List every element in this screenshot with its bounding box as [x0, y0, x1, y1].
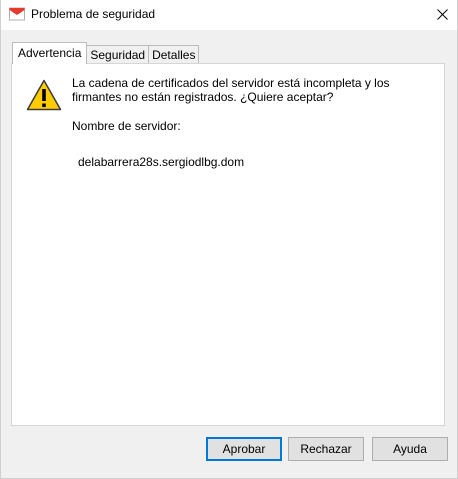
tab-detalles[interactable]: Detalles — [148, 45, 200, 64]
server-name-label: Nombre de servidor: — [72, 119, 181, 133]
tab-panel: La cadena de certificados del servidor e… — [11, 63, 445, 426]
accept-button[interactable]: Aprobar — [206, 437, 282, 461]
close-button[interactable] — [427, 0, 457, 28]
warning-message: La cadena de certificados del servidor e… — [72, 76, 390, 104]
security-dialog: Problema de seguridad Advertencia Seguri… — [0, 0, 458, 479]
help-button[interactable]: Ayuda — [372, 437, 448, 461]
window-title: Problema de seguridad — [31, 7, 156, 21]
reject-button[interactable]: Rechazar — [288, 437, 364, 461]
tab-seguridad[interactable]: Seguridad — [86, 45, 150, 64]
close-icon — [436, 8, 448, 20]
title-bar[interactable]: Problema de seguridad — [1, 0, 457, 30]
tab-advertencia[interactable]: Advertencia — [12, 42, 88, 64]
server-name-value: delabarrera28s.sergiodlbg.dom — [78, 155, 245, 169]
envelope-icon — [9, 7, 25, 21]
tab-strip: Advertencia Seguridad Detalles — [12, 42, 200, 64]
warning-icon — [26, 79, 62, 111]
